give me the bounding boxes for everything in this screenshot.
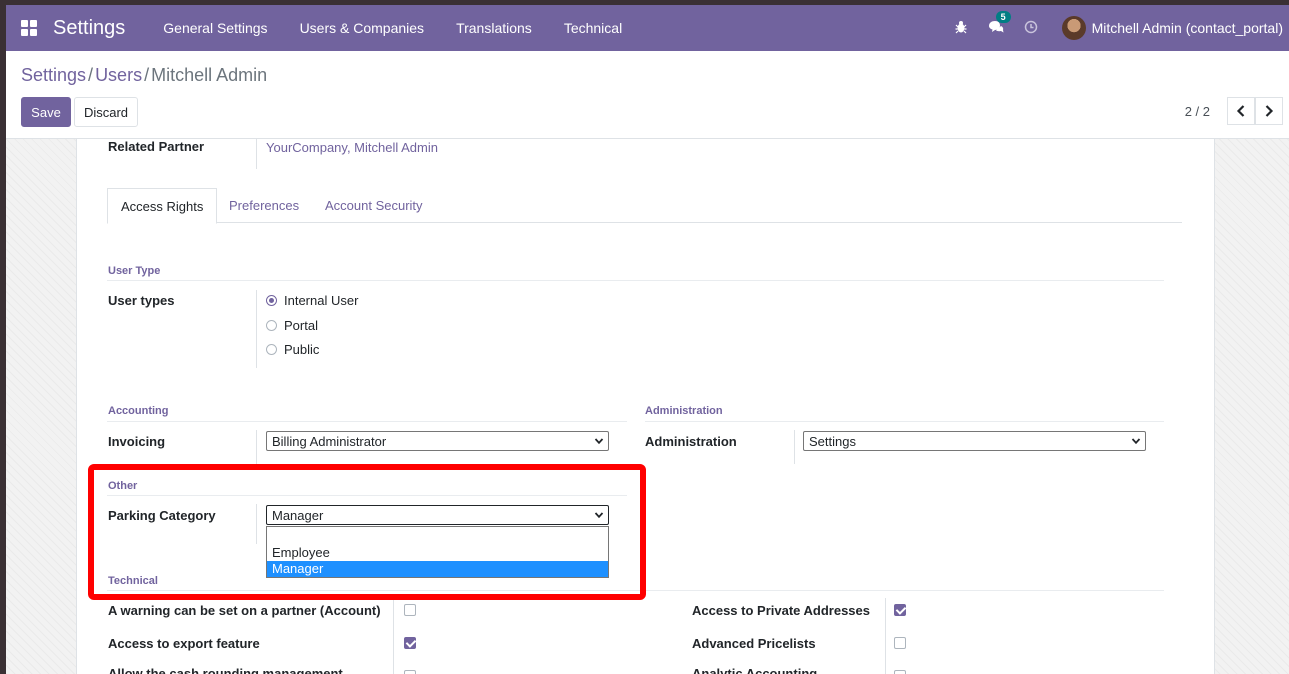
tech-label-export: Access to export feature — [108, 636, 260, 651]
user-menu[interactable]: Mitchell Admin (contact_portal) — [1092, 20, 1283, 36]
radio-public[interactable]: Public — [266, 342, 319, 357]
pager-value[interactable]: 2 / 2 — [1185, 104, 1210, 119]
menu-general-settings[interactable]: General Settings — [163, 20, 267, 36]
checkbox-partner-warning[interactable] — [404, 604, 416, 616]
tech-label-private-addresses: Access to Private Addresses — [692, 603, 871, 618]
tab-account-security[interactable]: Account Security — [312, 188, 436, 223]
related-partner-label: Related Partner — [108, 139, 205, 154]
tech-label-advanced-pricelists: Advanced Pricelists — [692, 636, 816, 651]
bug-icon[interactable] — [954, 20, 968, 37]
breadcrumb-settings[interactable]: Settings — [21, 65, 86, 85]
radio-checked-icon[interactable] — [266, 295, 277, 306]
field-divider — [256, 139, 257, 169]
checkbox-advanced-pricelists[interactable] — [894, 637, 906, 649]
section-divider — [107, 280, 1164, 281]
app-brand[interactable]: Settings — [53, 17, 125, 40]
checkbox-analytic-accounting[interactable] — [894, 670, 906, 674]
breadcrumb-separator: / — [88, 65, 94, 85]
tab-access-rights[interactable]: Access Rights — [107, 188, 218, 224]
menu-translations[interactable]: Translations — [456, 20, 532, 36]
administration-select-value: Settings — [809, 433, 856, 449]
radio-unchecked-icon[interactable] — [266, 344, 277, 355]
chat-icon[interactable]: 5 — [988, 10, 1011, 37]
radio-label: Internal User — [284, 293, 359, 308]
annotation-highlight-box — [88, 464, 646, 600]
section-user-type: User Type — [108, 265, 161, 277]
invoicing-select-value: Billing Administrator — [272, 433, 387, 449]
control-panel: Settings / Users / Mitchell Admin Save Disca… — [6, 51, 1289, 139]
radio-label: Portal — [284, 318, 318, 333]
radio-label: Public — [284, 342, 320, 357]
section-accounting: Accounting — [108, 405, 169, 417]
radio-portal[interactable]: Portal — [266, 318, 318, 333]
section-administration: Administration — [645, 405, 723, 417]
user-types-label: User types — [108, 293, 175, 308]
chevron-right-icon — [1265, 105, 1274, 117]
pager-previous-button[interactable] — [1227, 97, 1255, 125]
main-navbar: Settings General Settings Users & Compan… — [6, 5, 1289, 51]
checkbox-cash-rounding[interactable] — [404, 670, 416, 674]
menu-users-companies[interactable]: Users & Companies — [300, 20, 425, 36]
field-divider — [794, 430, 795, 464]
chat-badge: 5 — [995, 10, 1011, 23]
administration-label: Administration — [645, 434, 737, 449]
breadcrumb-separator: / — [144, 65, 150, 85]
pager-next-button[interactable] — [1255, 97, 1283, 125]
breadcrumb: Settings / Users / Mitchell Admin — [21, 65, 267, 86]
clock-icon[interactable] — [1024, 20, 1038, 37]
tab-preferences[interactable]: Preferences — [216, 188, 312, 223]
radio-unchecked-icon[interactable] — [266, 320, 277, 331]
section-divider — [645, 421, 1164, 422]
field-divider — [256, 290, 257, 368]
invoicing-select[interactable]: Billing Administrator — [266, 431, 609, 451]
administration-select[interactable]: Settings — [803, 431, 1146, 451]
radio-internal-user[interactable]: Internal User — [266, 293, 358, 308]
discard-button[interactable]: Discard — [74, 97, 138, 127]
field-divider — [393, 598, 394, 674]
checkbox-export[interactable] — [404, 637, 416, 649]
related-partner-link[interactable]: YourCompany, Mitchell Admin — [266, 140, 438, 155]
apps-menu-icon[interactable] — [21, 20, 37, 36]
checkbox-private-addresses[interactable] — [894, 604, 906, 616]
field-divider — [885, 598, 886, 674]
tech-label-analytic-accounting: Analytic Accounting — [692, 666, 818, 674]
section-divider — [107, 421, 627, 422]
chevron-down-icon — [1131, 438, 1141, 445]
tech-label-partner-warning: A warning can be set on a partner (Accou… — [108, 603, 381, 618]
chevron-left-icon — [1236, 105, 1245, 117]
breadcrumb-current: Mitchell Admin — [151, 65, 268, 85]
invoicing-label: Invoicing — [108, 434, 166, 449]
navbar-systray: 5 Mitchell Admin (contact_portal) — [944, 5, 1283, 51]
breadcrumb-users[interactable]: Users — [95, 65, 142, 85]
chevron-down-icon — [594, 438, 604, 445]
tech-label-cash-rounding: Allow the cash rounding management — [108, 666, 343, 674]
notebook-tabs: Access Rights Preferences Account Securi… — [107, 188, 1182, 224]
menu-technical[interactable]: Technical — [564, 20, 622, 36]
avatar[interactable] — [1061, 16, 1086, 40]
save-button[interactable]: Save — [21, 97, 71, 127]
field-divider — [256, 430, 257, 464]
